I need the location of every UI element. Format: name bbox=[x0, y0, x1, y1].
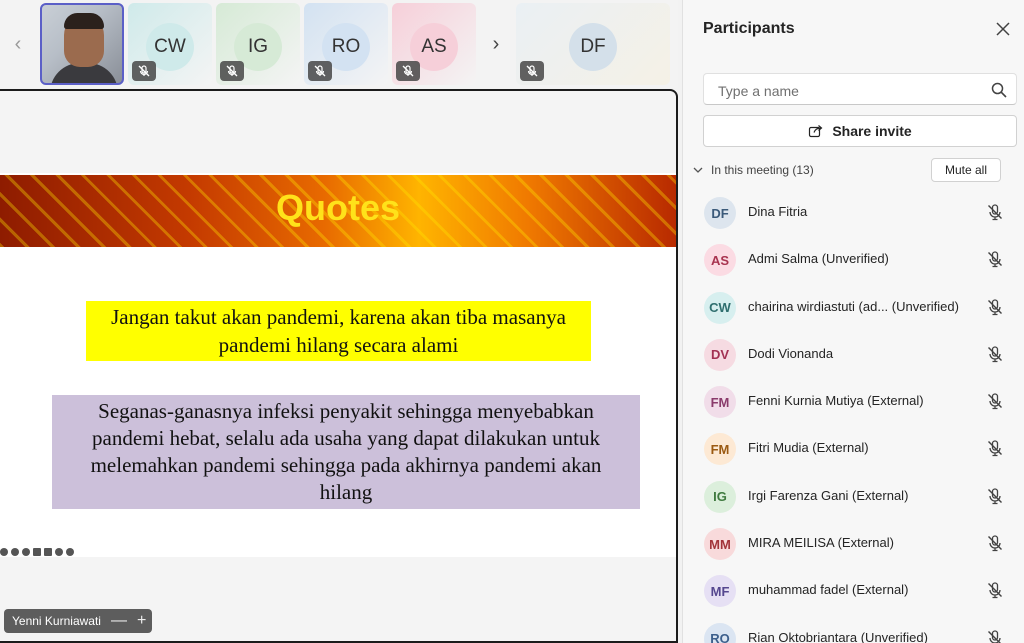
strip-prev-arrow[interactable]: ‹ bbox=[6, 28, 30, 60]
quote-box-yellow: Jangan takut akan pandemi, karena akan t… bbox=[86, 301, 591, 361]
close-icon[interactable] bbox=[993, 19, 1013, 39]
in-meeting-section[interactable]: In this meeting (13) Mute all bbox=[691, 158, 1021, 182]
avatar: DF bbox=[704, 197, 736, 229]
participant-tile[interactable]: CW bbox=[128, 3, 212, 85]
participant-tile[interactable]: RO bbox=[304, 3, 388, 85]
participant-name: chairina wirdiastuti (ad... (Unverified) bbox=[748, 298, 959, 314]
presentation-slide: Quotes Jangan takut akan pandemi, karena… bbox=[0, 173, 676, 557]
presenter-name: Yenni Kurniawati bbox=[12, 614, 101, 628]
zoom-out-button[interactable]: — bbox=[111, 613, 127, 629]
share-invite-label: Share invite bbox=[832, 123, 912, 139]
zoom-icon[interactable] bbox=[22, 548, 30, 556]
mic-off-icon[interactable] bbox=[986, 629, 1004, 643]
avatar: DV bbox=[704, 338, 736, 371]
participant-row[interactable]: DF Dina Fitria bbox=[683, 189, 1024, 236]
participant-name: Dina Fitria bbox=[748, 204, 808, 219]
quote-box-purple: Seganas-ganasnya infeksi penyakit sehing… bbox=[52, 395, 640, 509]
mic-off-icon[interactable] bbox=[986, 298, 1004, 316]
participant-row[interactable]: IG Irgi Farenza Gani (External) bbox=[683, 473, 1024, 520]
avatar: MM bbox=[704, 528, 736, 561]
video-strip: ‹ CW IG RO AS › DF bbox=[0, 0, 678, 88]
more-icon[interactable] bbox=[55, 548, 63, 556]
participant-row[interactable]: RO Rian Oktobriantara (Unverified) bbox=[683, 615, 1024, 643]
search-icon[interactable] bbox=[990, 81, 1008, 99]
next-icon[interactable] bbox=[66, 548, 74, 556]
participant-row[interactable]: CW chairina wirdiastuti (ad... (Unverifi… bbox=[683, 284, 1024, 331]
participant-list: DF Dina Fitria AS Admi Salma (Unverified… bbox=[683, 189, 1024, 643]
participant-name: MIRA MEILISA (External) bbox=[748, 535, 894, 551]
mic-off-icon[interactable] bbox=[986, 392, 1004, 410]
participant-name: Rian Oktobriantara (Unverified) bbox=[748, 629, 928, 643]
subtitles-icon[interactable] bbox=[33, 548, 41, 556]
mic-off-icon bbox=[132, 61, 156, 81]
participant-tile[interactable]: DF bbox=[516, 3, 670, 85]
participant-tile[interactable]: IG bbox=[216, 3, 300, 85]
avatar: AS bbox=[704, 244, 736, 277]
participant-name: Dodi Vionanda bbox=[748, 345, 834, 361]
participant-row[interactable]: DV Dodi Vionanda bbox=[683, 331, 1024, 378]
mic-off-icon[interactable] bbox=[986, 250, 1004, 268]
participant-name: Admi Salma (Unverified) bbox=[748, 251, 889, 267]
participant-name: Fitri Mudia (External) bbox=[748, 440, 869, 456]
mic-off-icon[interactable] bbox=[986, 345, 1004, 363]
video-tile-self[interactable] bbox=[40, 3, 124, 85]
avatar: CW bbox=[704, 291, 736, 324]
mute-all-button[interactable]: Mute all bbox=[931, 158, 1001, 182]
participant-row[interactable]: FM Fitri Mudia (External) bbox=[683, 425, 1024, 472]
mic-off-icon bbox=[520, 61, 544, 81]
zoom-in-button[interactable]: + bbox=[137, 613, 146, 629]
pointer-icon[interactable] bbox=[0, 548, 8, 556]
participants-panel: Participants Share invite In this meetin… bbox=[682, 0, 1024, 643]
slide-banner: Quotes bbox=[0, 175, 676, 247]
participant-row[interactable]: FM Fenni Kurnia Mutiya (External) bbox=[683, 378, 1024, 425]
mic-off-icon[interactable] bbox=[986, 534, 1004, 552]
avatar: DF bbox=[569, 23, 617, 71]
strip-next-arrow[interactable]: › bbox=[484, 28, 508, 60]
participant-row[interactable]: MM MIRA MEILISA (External) bbox=[683, 520, 1024, 567]
section-label: In this meeting (13) bbox=[711, 163, 814, 177]
chevron-down-icon[interactable] bbox=[691, 163, 705, 177]
share-icon bbox=[809, 125, 823, 138]
presenter-name-tag: Yenni Kurniawati — + bbox=[4, 609, 153, 633]
search-box bbox=[703, 73, 1017, 105]
share-invite-button[interactable]: Share invite bbox=[703, 115, 1017, 147]
participant-name: Irgi Farenza Gani (External) bbox=[748, 487, 909, 503]
avatar: FM bbox=[704, 433, 736, 466]
slide-toolbar bbox=[0, 547, 74, 557]
participant-row[interactable]: MF muhammad fadel (External) bbox=[683, 567, 1024, 614]
slide-title: Quotes bbox=[275, 187, 400, 228]
mic-off-icon bbox=[308, 61, 332, 81]
mic-off-icon bbox=[396, 61, 420, 81]
participant-row[interactable]: AS Admi Salma (Unverified) bbox=[683, 236, 1024, 283]
participant-name: Fenni Kurnia Mutiya (External) bbox=[748, 393, 924, 409]
video-hair bbox=[64, 13, 104, 29]
mic-off-icon[interactable] bbox=[986, 203, 1004, 221]
pen-icon[interactable] bbox=[11, 548, 19, 556]
participant-tile[interactable]: AS bbox=[392, 3, 476, 85]
panel-title: Participants bbox=[703, 20, 795, 37]
shared-content-stage[interactable]: Quotes Jangan takut akan pandemi, karena… bbox=[0, 89, 678, 643]
avatar: FM bbox=[704, 386, 736, 419]
mic-off-icon[interactable] bbox=[986, 439, 1004, 457]
mic-off-icon[interactable] bbox=[986, 581, 1004, 599]
participant-name: muhammad fadel (External) bbox=[748, 582, 909, 598]
mic-off-icon bbox=[220, 61, 244, 81]
avatar: IG bbox=[704, 480, 736, 513]
avatar: RO bbox=[704, 622, 736, 643]
search-input[interactable] bbox=[716, 80, 980, 102]
screen-icon[interactable] bbox=[44, 548, 52, 556]
avatar: MF bbox=[704, 575, 736, 608]
mic-off-icon[interactable] bbox=[986, 487, 1004, 505]
